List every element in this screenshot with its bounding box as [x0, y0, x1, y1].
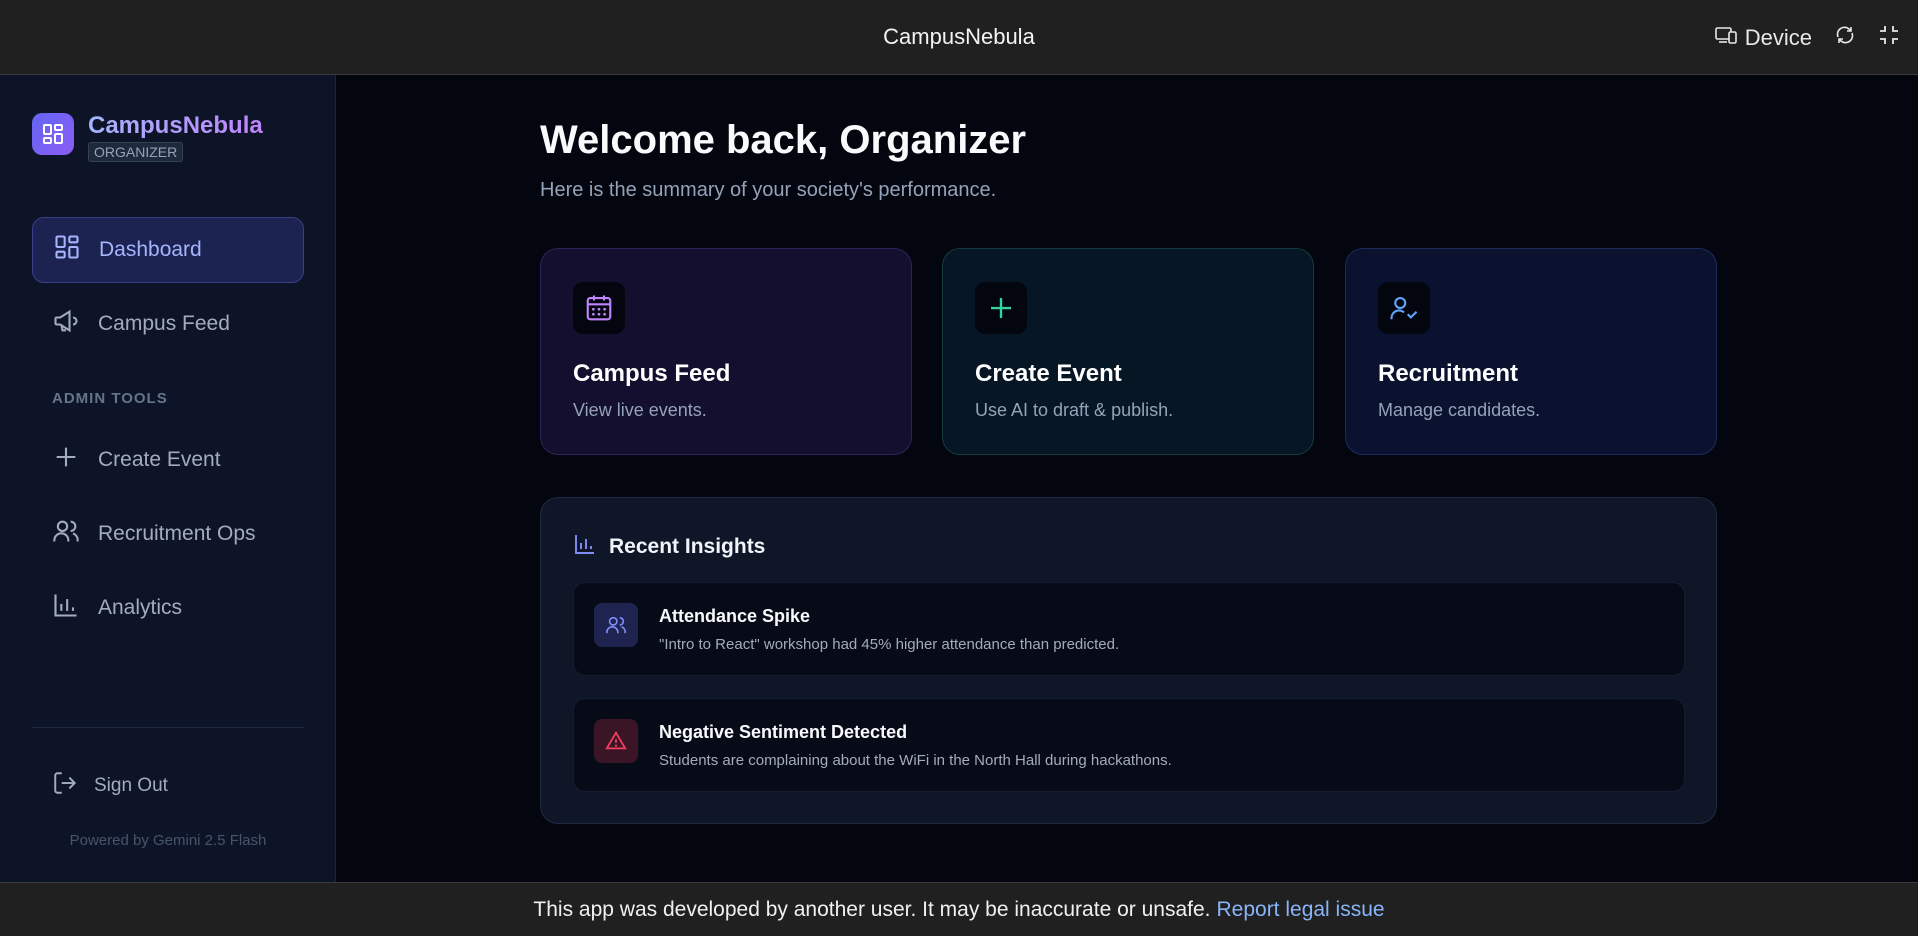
plus-icon	[52, 443, 80, 477]
recent-insights-panel: Recent Insights Attendance Spike "Intro …	[540, 497, 1717, 824]
sidebar-item-campus-feed[interactable]: Campus Feed	[32, 291, 304, 357]
sidebar-item-label: Analytics	[98, 596, 183, 619]
insight-item-attendance-spike: Attendance Spike "Intro to React" worksh…	[573, 582, 1685, 676]
create-event-card[interactable]: Create Event Use AI to draft & publish.	[942, 248, 1314, 455]
dashboard-icon	[53, 233, 81, 267]
rotate-button[interactable]	[1834, 24, 1856, 51]
insight-title: Negative Sentiment Detected	[659, 722, 908, 742]
header-actions: Device	[1714, 0, 1900, 75]
sidebar-item-analytics[interactable]: Analytics	[32, 575, 304, 641]
admin-tools-heading: ADMIN TOOLS	[52, 390, 168, 407]
warning-icon	[594, 719, 638, 763]
insight-description: Students are complaining about the WiFi …	[659, 752, 1172, 769]
logout-icon	[52, 770, 78, 802]
insight-title: Attendance Spike	[659, 606, 811, 626]
sign-out-label: Sign Out	[94, 775, 168, 796]
fullscreen-exit-button[interactable]	[1878, 24, 1900, 51]
app-header: CampusNebula Device	[0, 0, 1918, 75]
brand: CampusNebula ORGANIZER	[32, 113, 263, 162]
bar-chart-icon	[573, 532, 597, 561]
calendar-icon	[573, 282, 625, 334]
sidebar-item-label: Dashboard	[99, 238, 202, 261]
sidebar-item-label: Campus Feed	[98, 312, 230, 335]
recruitment-card[interactable]: Recruitment Manage candidates.	[1345, 248, 1717, 455]
card-description: Manage candidates.	[1378, 400, 1541, 420]
app-title: CampusNebula	[883, 24, 1035, 49]
page-title: Welcome back, Organizer	[540, 118, 1027, 162]
dashboard-logo-icon	[32, 113, 74, 155]
campus-feed-card[interactable]: Campus Feed View live events.	[540, 248, 912, 455]
card-title: Create Event	[975, 360, 1122, 387]
disclaimer-bar: This app was developed by another user. …	[0, 882, 1918, 936]
report-legal-issue-link[interactable]: Report legal issue	[1216, 898, 1384, 922]
card-description: Use AI to draft & publish.	[975, 400, 1174, 420]
page-subtitle: Here is the summary of your society's pe…	[540, 179, 997, 201]
insight-description: "Intro to React" workshop had 45% higher…	[659, 636, 1120, 653]
device-label: Device	[1744, 24, 1812, 50]
sidebar-item-create-event[interactable]: Create Event	[32, 427, 304, 493]
sidebar-item-dashboard[interactable]: Dashboard	[32, 217, 304, 283]
plus-icon	[975, 282, 1027, 334]
sign-out-button[interactable]: Sign Out	[52, 770, 168, 802]
users-icon	[594, 603, 638, 647]
sidebar-divider	[32, 727, 304, 728]
sidebar-item-label: Recruitment Ops	[98, 522, 256, 545]
powered-by-text: Powered by Gemini 2.5 Flash	[69, 832, 267, 849]
sidebar-item-recruitment-ops[interactable]: Recruitment Ops	[32, 501, 304, 567]
insights-header: Recent Insights	[573, 532, 765, 561]
sidebar: CampusNebula ORGANIZER Dashboard Campus …	[0, 75, 336, 882]
sidebar-item-label: Create Event	[98, 448, 221, 471]
device-icon	[1714, 25, 1737, 51]
brand-name: CampusNebula	[88, 112, 263, 139]
card-description: View live events.	[573, 400, 707, 420]
device-button[interactable]: Device	[1714, 24, 1812, 51]
insights-title: Recent Insights	[609, 534, 766, 558]
rotate-icon	[1834, 24, 1856, 51]
card-title: Recruitment	[1378, 360, 1519, 387]
disclaimer-text: This app was developed by another user. …	[533, 897, 1211, 921]
megaphone-icon	[52, 307, 80, 341]
card-title: Campus Feed	[573, 360, 731, 387]
users-icon	[52, 517, 80, 551]
role-badge: ORGANIZER	[88, 142, 184, 162]
main-content: Welcome back, Organizer Here is the summ…	[337, 75, 1918, 882]
user-check-icon	[1378, 282, 1430, 334]
insight-item-negative-sentiment: Negative Sentiment Detected Students are…	[573, 698, 1685, 792]
fullscreen-exit-icon	[1878, 24, 1900, 51]
bar-chart-icon	[52, 591, 80, 625]
